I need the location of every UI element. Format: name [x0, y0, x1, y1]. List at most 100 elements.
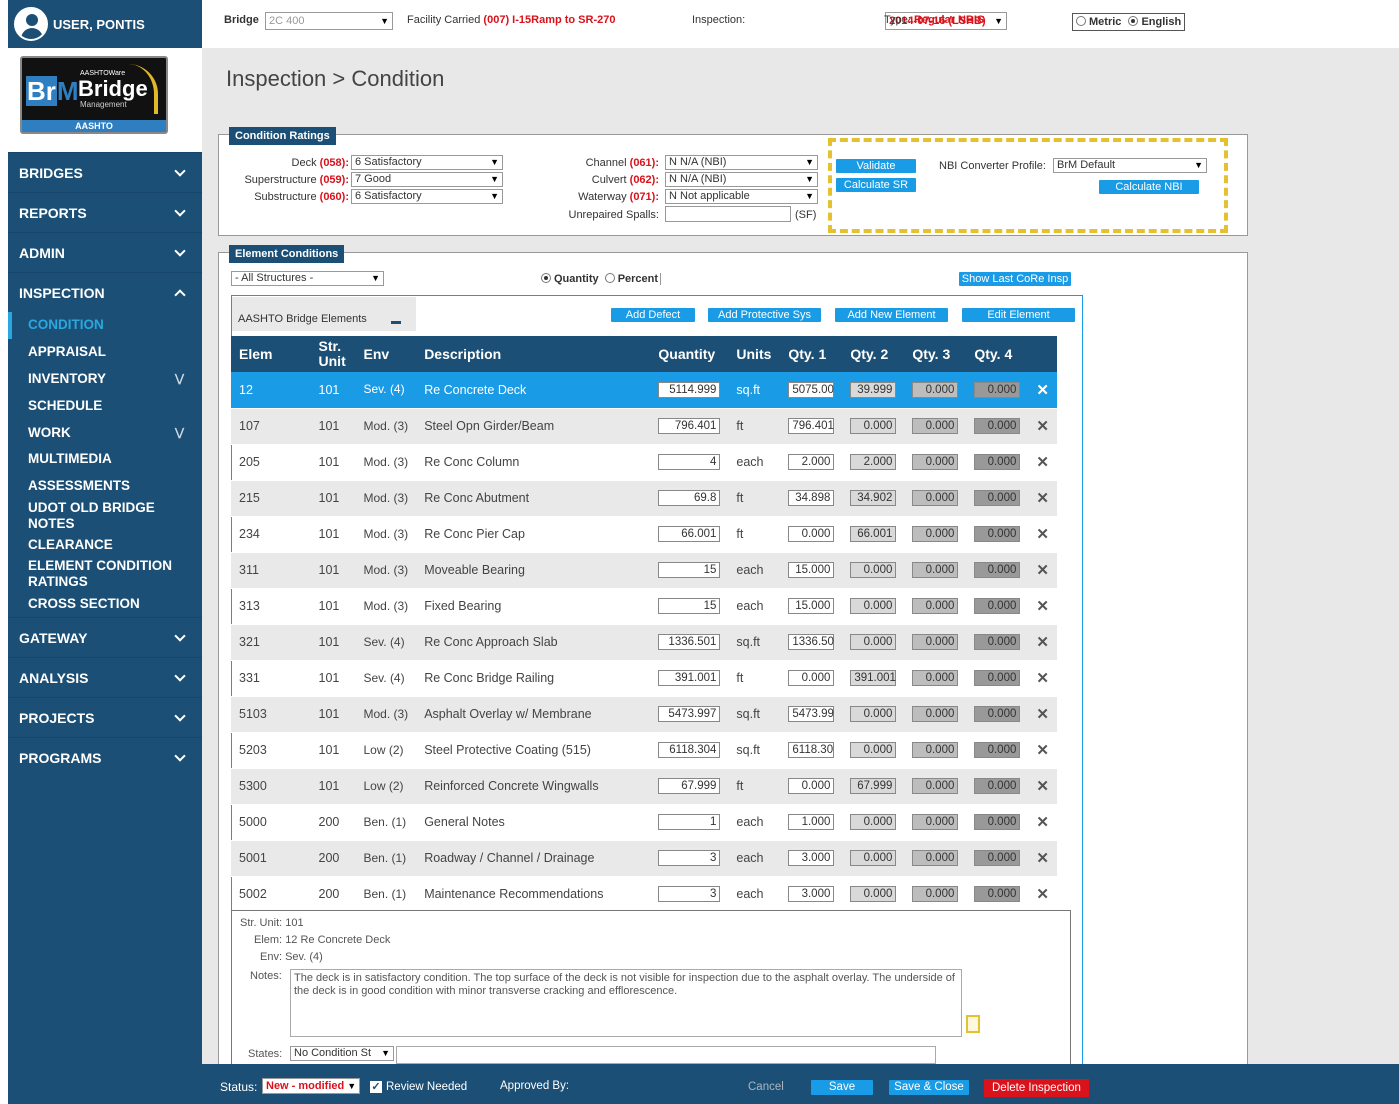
structure-filter-select[interactable]: - All Structures - ▼	[231, 271, 384, 286]
qty3-input[interactable]: 0.000	[912, 454, 959, 470]
qty2-input[interactable]: 39.999	[850, 381, 897, 398]
qty1-input[interactable]: 1336.50	[788, 634, 835, 650]
qty1-input[interactable]: 15.000	[788, 598, 835, 614]
delete-row-icon[interactable]: ✕	[1036, 850, 1049, 867]
quantity-input[interactable]: 15	[658, 562, 721, 578]
qty4-input[interactable]: 0.000	[974, 418, 1021, 434]
qty2-input[interactable]: 0.000	[850, 562, 897, 578]
qty4-input[interactable]: 0.000	[974, 778, 1021, 794]
nav-reports[interactable]: REPORTS	[8, 192, 202, 232]
quantity-input[interactable]: 6118.304	[658, 742, 721, 758]
qty3-input[interactable]: 0.000	[912, 598, 959, 614]
table-row[interactable]: 107 101 Mod. (3) Steel Opn Girder/Beam 796.4…	[231, 408, 1057, 445]
superstructure-select[interactable]: 7 Good ▼	[351, 172, 503, 187]
user-menu[interactable]: USER, PONTIS	[8, 0, 202, 48]
nav-gateway[interactable]: GATEWAY	[8, 617, 202, 657]
delete-row-icon[interactable]: ✕	[1036, 778, 1049, 795]
qty4-input[interactable]: 0.000	[974, 634, 1021, 650]
qty2-input[interactable]: 66.001	[850, 526, 897, 542]
header-elem[interactable]: Elem	[231, 336, 311, 372]
nav-udot-old-bridge-notes[interactable]: UDOT OLD BRIDGE NOTES	[8, 500, 202, 532]
profile-select[interactable]: BrM Default ▼	[1053, 158, 1207, 173]
qty2-input[interactable]: 34.902	[850, 490, 897, 506]
qty4-input[interactable]: 0.000	[974, 562, 1021, 578]
percent-radio[interactable]	[604, 273, 615, 283]
qty3-input[interactable]: 0.000	[912, 706, 959, 722]
qty1-input[interactable]: 5075.00	[788, 381, 835, 398]
nav-assessments[interactable]: ASSESSMENTS	[8, 473, 202, 500]
qty2-input[interactable]: 0.000	[850, 706, 897, 722]
qty1-input[interactable]: 0.000	[788, 526, 835, 542]
table-row[interactable]: 311 101 Mod. (3) Moveable Bearing 15 each 15.0…	[231, 552, 1057, 589]
quantity-input[interactable]: 391.001	[658, 670, 721, 686]
delete-inspection-button[interactable]: Delete Inspection	[984, 1079, 1089, 1097]
nav-inventory[interactable]: INVENTORY ⋁	[8, 366, 202, 393]
spalls-input[interactable]	[665, 206, 791, 222]
nav-projects[interactable]: PROJECTS	[8, 697, 202, 737]
nav-inspection[interactable]: INSPECTION	[8, 272, 202, 312]
header-qty3[interactable]: Qty. 3	[904, 336, 967, 372]
save-button[interactable]: Save	[811, 1080, 873, 1095]
quantity-input[interactable]: 5114.999	[658, 381, 721, 398]
quantity-input[interactable]: 15	[658, 598, 721, 614]
header-units[interactable]: Units	[728, 336, 781, 372]
qty1-input[interactable]: 1.000	[788, 814, 835, 830]
english-radio[interactable]	[1128, 16, 1139, 26]
channel-select[interactable]: N N/A (NBI) ▼	[665, 155, 818, 170]
validate-button[interactable]: Validate	[836, 159, 916, 173]
quantity-input[interactable]: 69.8	[658, 490, 721, 506]
qty2-input[interactable]: 0.000	[850, 850, 897, 866]
calculate-sr-button[interactable]: Calculate SR	[836, 178, 916, 192]
qty4-input[interactable]: 0.000	[974, 381, 1021, 398]
notes-textarea[interactable]: The deck is in satisfactory condition. T…	[290, 969, 962, 1037]
qty4-input[interactable]: 0.000	[974, 742, 1021, 758]
qty1-input[interactable]: 0.000	[788, 778, 835, 794]
qty3-input[interactable]: 0.000	[912, 778, 959, 794]
qty2-input[interactable]: 0.000	[850, 418, 897, 434]
qty1-input[interactable]: 15.000	[788, 562, 835, 578]
qty2-input[interactable]: 67.999	[850, 778, 897, 794]
header-env[interactable]: Env	[355, 336, 417, 372]
qty1-input[interactable]: 2.000	[788, 454, 835, 470]
qty3-input[interactable]: 0.000	[912, 886, 959, 902]
qty2-input[interactable]: 0.000	[850, 886, 897, 902]
qty3-input[interactable]: 0.000	[912, 490, 959, 506]
delete-row-icon[interactable]: ✕	[1036, 418, 1049, 435]
header-qty1[interactable]: Qty. 1	[780, 336, 843, 372]
delete-row-icon[interactable]: ✕	[1036, 742, 1049, 759]
delete-row-icon[interactable]: ✕	[1036, 598, 1049, 615]
table-row[interactable]: 215 101 Mod. (3) Re Conc Abutment 69.8 ft 34.8…	[231, 480, 1057, 517]
qty1-input[interactable]: 796.401	[788, 418, 835, 434]
nav-schedule[interactable]: SCHEDULE	[8, 392, 202, 419]
table-row[interactable]: 331 101 Sev. (4) Re Conc Bridge Railing 391.…	[231, 660, 1057, 697]
qty3-input[interactable]: 0.000	[912, 670, 959, 686]
qty1-input[interactable]: 5473.99	[788, 706, 835, 722]
edit-element-button[interactable]: Edit Element	[962, 308, 1075, 322]
delete-row-icon[interactable]: ✕	[1036, 634, 1049, 651]
clipboard-icon[interactable]	[966, 1015, 980, 1033]
qty3-input[interactable]: 0.000	[912, 742, 959, 758]
quantity-radio[interactable]	[541, 273, 551, 283]
table-row[interactable]: 5103 101 Mod. (3) Asphalt Overlay w/ Membra…	[231, 696, 1057, 733]
qty3-input[interactable]: 0.000	[912, 850, 959, 866]
add-protective-sys-button[interactable]: Add Protective Sys	[708, 308, 821, 322]
qty4-input[interactable]: 0.000	[974, 454, 1021, 470]
delete-row-icon[interactable]: ✕	[1036, 490, 1049, 507]
nav-admin[interactable]: ADMIN	[8, 232, 202, 272]
header-quantity[interactable]: Quantity	[650, 336, 729, 372]
waterway-select[interactable]: N Not applicable ▼	[665, 189, 818, 204]
nav-bridges[interactable]: BRIDGES	[8, 152, 202, 192]
qty1-input[interactable]: 0.000	[788, 670, 835, 686]
quantity-input[interactable]: 66.001	[658, 526, 721, 542]
nav-clearance[interactable]: CLEARANCE	[8, 532, 202, 559]
table-row[interactable]: 321 101 Sev. (4) Re Conc Approach Slab 1336.…	[231, 624, 1057, 661]
quantity-input[interactable]: 67.999	[658, 778, 721, 794]
add-defect-button[interactable]: Add Defect	[611, 308, 695, 322]
header-qty2[interactable]: Qty. 2	[842, 336, 905, 372]
quantity-input[interactable]: 796.401	[658, 418, 721, 434]
add-new-element-button[interactable]: Add New Element	[835, 308, 948, 322]
header-qty4[interactable]: Qty. 4	[966, 336, 1029, 372]
nav-work[interactable]: WORK ⋁	[8, 419, 202, 446]
group-tab[interactable]: AASHTO Bridge Elements	[232, 297, 416, 331]
table-row[interactable]: 234 101 Mod. (3) Re Conc Pier Cap 66.001 ft 0.…	[231, 516, 1057, 553]
